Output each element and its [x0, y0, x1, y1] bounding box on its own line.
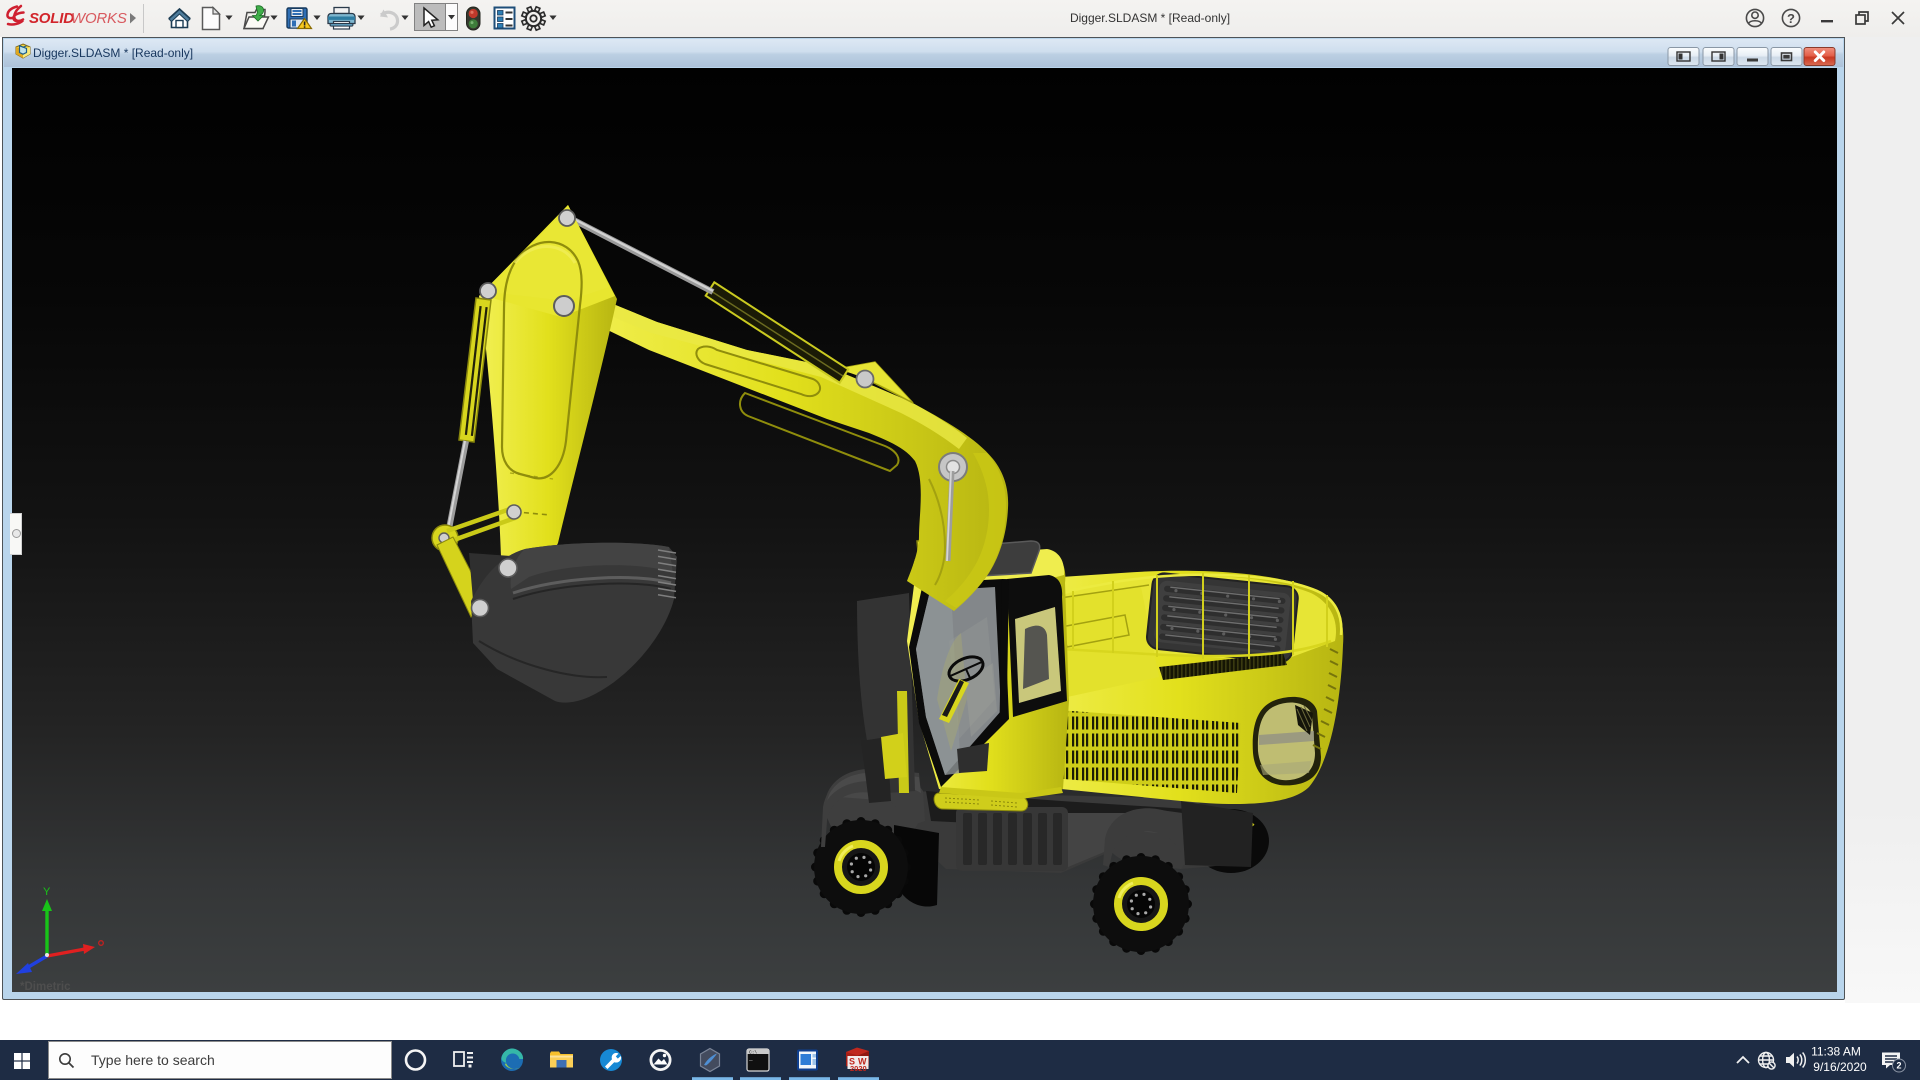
svg-text:Y: Y — [43, 886, 51, 898]
svg-text:2020: 2020 — [850, 1064, 867, 1073]
svg-text:9/16/2020: 9/16/2020 — [1813, 1060, 1867, 1074]
svg-text:_: _ — [748, 1055, 753, 1062]
svg-text:SOLID: SOLID — [29, 10, 74, 27]
svg-text:*Dimetric: *Dimetric — [20, 981, 71, 992]
svg-text:2: 2 — [1896, 1061, 1901, 1071]
svg-text:11:38 AM: 11:38 AM — [1811, 1045, 1861, 1059]
svg-text:?: ? — [1787, 11, 1795, 26]
svg-text:WORKS: WORKS — [71, 10, 127, 27]
